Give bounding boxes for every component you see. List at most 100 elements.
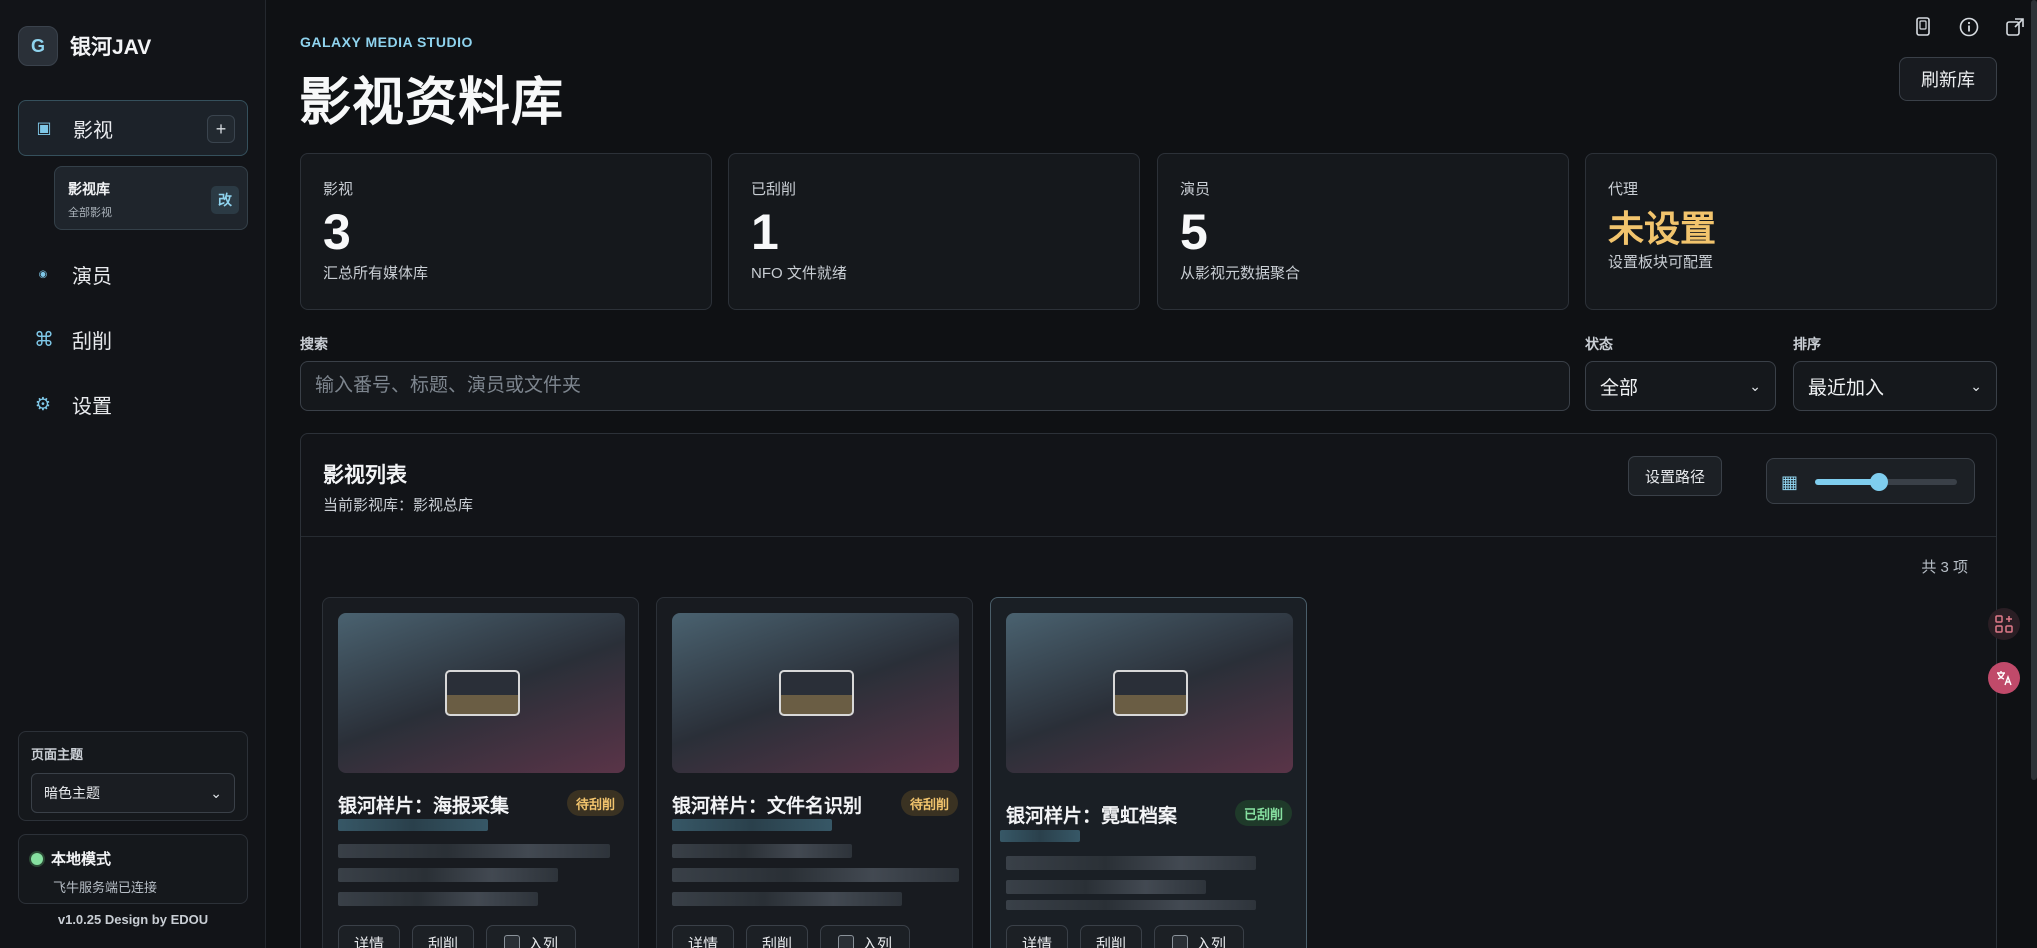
film-card[interactable]: 银河样片：霓虹档案 已刮削 详情 刮削 入列 <box>990 597 1307 948</box>
zoom-slider[interactable] <box>1815 473 1957 491</box>
sidebar-item-scrape[interactable]: ⌘ 刮削 <box>18 311 248 367</box>
zoom-control: ▦ <box>1766 458 1975 504</box>
page-scrollbar[interactable] <box>2031 0 2037 780</box>
queue-checkbox[interactable] <box>837 935 854 948</box>
sidebar-item-film[interactable]: ▣ 影视 + <box>18 100 248 156</box>
stat-value: 未设置 <box>1608 208 1717 249</box>
sort-select[interactable]: 最近加入 ⌄ <box>1793 361 1997 411</box>
sidebar-item-settings[interactable]: ⚙ 设置 <box>18 376 248 432</box>
mode-subtitle: 飞牛服务端已连接 <box>53 880 158 895</box>
redacted-text <box>1006 880 1206 894</box>
search-input[interactable] <box>300 361 1570 411</box>
sidebar-item-actor[interactable]: ◉ 演员 <box>18 246 248 302</box>
zoom-slider-thumb[interactable] <box>1869 473 1888 491</box>
theme-select[interactable]: 暗色主题 ⌄ <box>31 773 235 813</box>
details-button[interactable]: 详情 <box>1006 925 1068 948</box>
add-library-button[interactable]: + <box>207 115 235 143</box>
stat-value: 5 <box>1180 204 1208 260</box>
card-title: 银河样片：文件名识别 <box>672 796 863 817</box>
sidebar-item-label: 刮削 <box>72 330 112 353</box>
list-header: 影视列表 当前影视库：影视总库 设置路径 ▦ <box>301 434 1996 537</box>
redacted-text <box>338 844 610 858</box>
redacted-text <box>338 892 538 906</box>
brand-name: 银河JAV <box>70 36 152 59</box>
stat-card-films: 影视 3 汇总所有媒体库 <box>300 153 712 310</box>
film-icon: ▣ <box>36 120 52 137</box>
scrape-button[interactable]: 刮削 <box>1080 925 1142 948</box>
theme-panel: 页面主题 暗色主题 ⌄ <box>18 731 248 821</box>
redacted-text <box>1006 900 1256 910</box>
copy-icon[interactable] <box>1912 16 1934 38</box>
stat-label: 演员 <box>1180 181 1211 198</box>
grid-icon: ▦ <box>1781 472 1799 492</box>
status-dot-icon <box>31 852 43 865</box>
poster-placeholder[interactable] <box>672 613 959 773</box>
sidebar-item-label: 设置 <box>72 395 112 418</box>
poster-placeholder[interactable] <box>1006 613 1293 773</box>
film-card[interactable]: 银河样片：文件名识别 待刮削 详情 刮削 入列 <box>656 597 973 948</box>
status-badge: 待刮削 <box>900 790 958 816</box>
set-path-button[interactable]: 设置路径 <box>1628 456 1722 496</box>
theme-label: 页面主题 <box>31 747 84 762</box>
status-select[interactable]: 全部 ⌄ <box>1585 361 1776 411</box>
stat-desc: 汇总所有媒体库 <box>323 265 429 282</box>
stat-desc: 从影视元数据聚合 <box>1180 265 1301 282</box>
theme-value: 暗色主题 <box>44 785 100 801</box>
gear-icon: ⚙ <box>34 393 52 414</box>
item-count: 共 3 项 <box>1921 559 1968 576</box>
redacted-text <box>672 844 852 858</box>
stat-value: 1 <box>751 204 779 260</box>
sidebar-subitem-library[interactable]: 影视库 全部影视 改 <box>54 166 248 230</box>
apps-add-icon[interactable] <box>1988 608 2020 640</box>
queue-checkbox[interactable] <box>1171 935 1188 948</box>
external-link-icon[interactable] <box>2004 16 2026 38</box>
card-title: 银河样片：海报采集 <box>338 796 510 817</box>
sidebar-item-label: 演员 <box>72 265 112 288</box>
image-placeholder-icon <box>779 670 854 716</box>
stat-card-actors: 演员 5 从影视元数据聚合 <box>1157 153 1569 310</box>
chevron-down-icon: ⌄ <box>210 784 222 801</box>
card-title: 银河样片：霓虹档案 <box>1006 806 1178 827</box>
details-button[interactable]: 详情 <box>338 925 400 948</box>
list-title: 影视列表 <box>323 464 407 487</box>
stat-label: 已刮削 <box>751 181 797 198</box>
translate-icon[interactable] <box>1988 662 2020 694</box>
redacted-code <box>338 819 488 831</box>
queue-toggle[interactable]: 入列 <box>486 925 576 948</box>
film-list-panel: 影视列表 当前影视库：影视总库 设置路径 ▦ 共 3 项 银河样片：海报采集 待… <box>300 433 1997 948</box>
redacted-text <box>672 868 959 882</box>
stat-label: 代理 <box>1608 181 1639 198</box>
image-placeholder-icon <box>1113 670 1188 716</box>
refresh-library-button[interactable]: 刷新库 <box>1899 57 1997 101</box>
search-label: 搜索 <box>300 336 328 352</box>
queue-checkbox[interactable] <box>503 935 520 948</box>
status-value: 全部 <box>1600 377 1639 399</box>
info-icon[interactable] <box>1958 16 1980 38</box>
edit-library-button[interactable]: 改 <box>211 186 239 214</box>
page-kicker: GALAXY MEDIA STUDIO <box>300 34 473 50</box>
scrape-button[interactable]: 刮削 <box>412 925 474 948</box>
brand[interactable]: G 银河JAV <box>18 26 151 66</box>
version-text: v1.0.25 Design by EDOU <box>57 912 209 927</box>
chevron-down-icon: ⌄ <box>1970 377 1982 394</box>
queue-label: 入列 <box>1195 935 1226 948</box>
sidebar: G 银河JAV ▣ 影视 + 影视库 全部影视 改 ◉ 演员 ⌘ 刮削 ⚙ 设置… <box>0 0 266 948</box>
list-subtitle: 当前影视库：影视总库 <box>323 497 474 514</box>
page-title: 影视资料库 <box>299 74 565 132</box>
status-label: 状态 <box>1585 336 1613 352</box>
film-card[interactable]: 银河样片：海报采集 待刮削 详情 刮削 入列 <box>322 597 639 948</box>
redacted-text <box>338 868 558 882</box>
scrape-button[interactable]: 刮削 <box>746 925 808 948</box>
stat-card-proxy: 代理 未设置 设置板块可配置 <box>1585 153 1997 310</box>
stat-label: 影视 <box>323 181 354 198</box>
queue-toggle[interactable]: 入列 <box>820 925 910 948</box>
details-button[interactable]: 详情 <box>672 925 734 948</box>
stat-card-scraped: 已刮削 1 NFO 文件就绪 <box>728 153 1140 310</box>
poster-placeholder[interactable] <box>338 613 625 773</box>
sidebar-item-label: 影视 <box>73 119 113 142</box>
status-badge: 已刮削 <box>1234 800 1292 826</box>
redacted-text <box>672 892 902 906</box>
mode-panel: 本地模式 飞牛服务端已连接 <box>18 834 248 904</box>
queue-toggle[interactable]: 入列 <box>1154 925 1244 948</box>
stat-desc: NFO 文件就绪 <box>751 265 847 282</box>
